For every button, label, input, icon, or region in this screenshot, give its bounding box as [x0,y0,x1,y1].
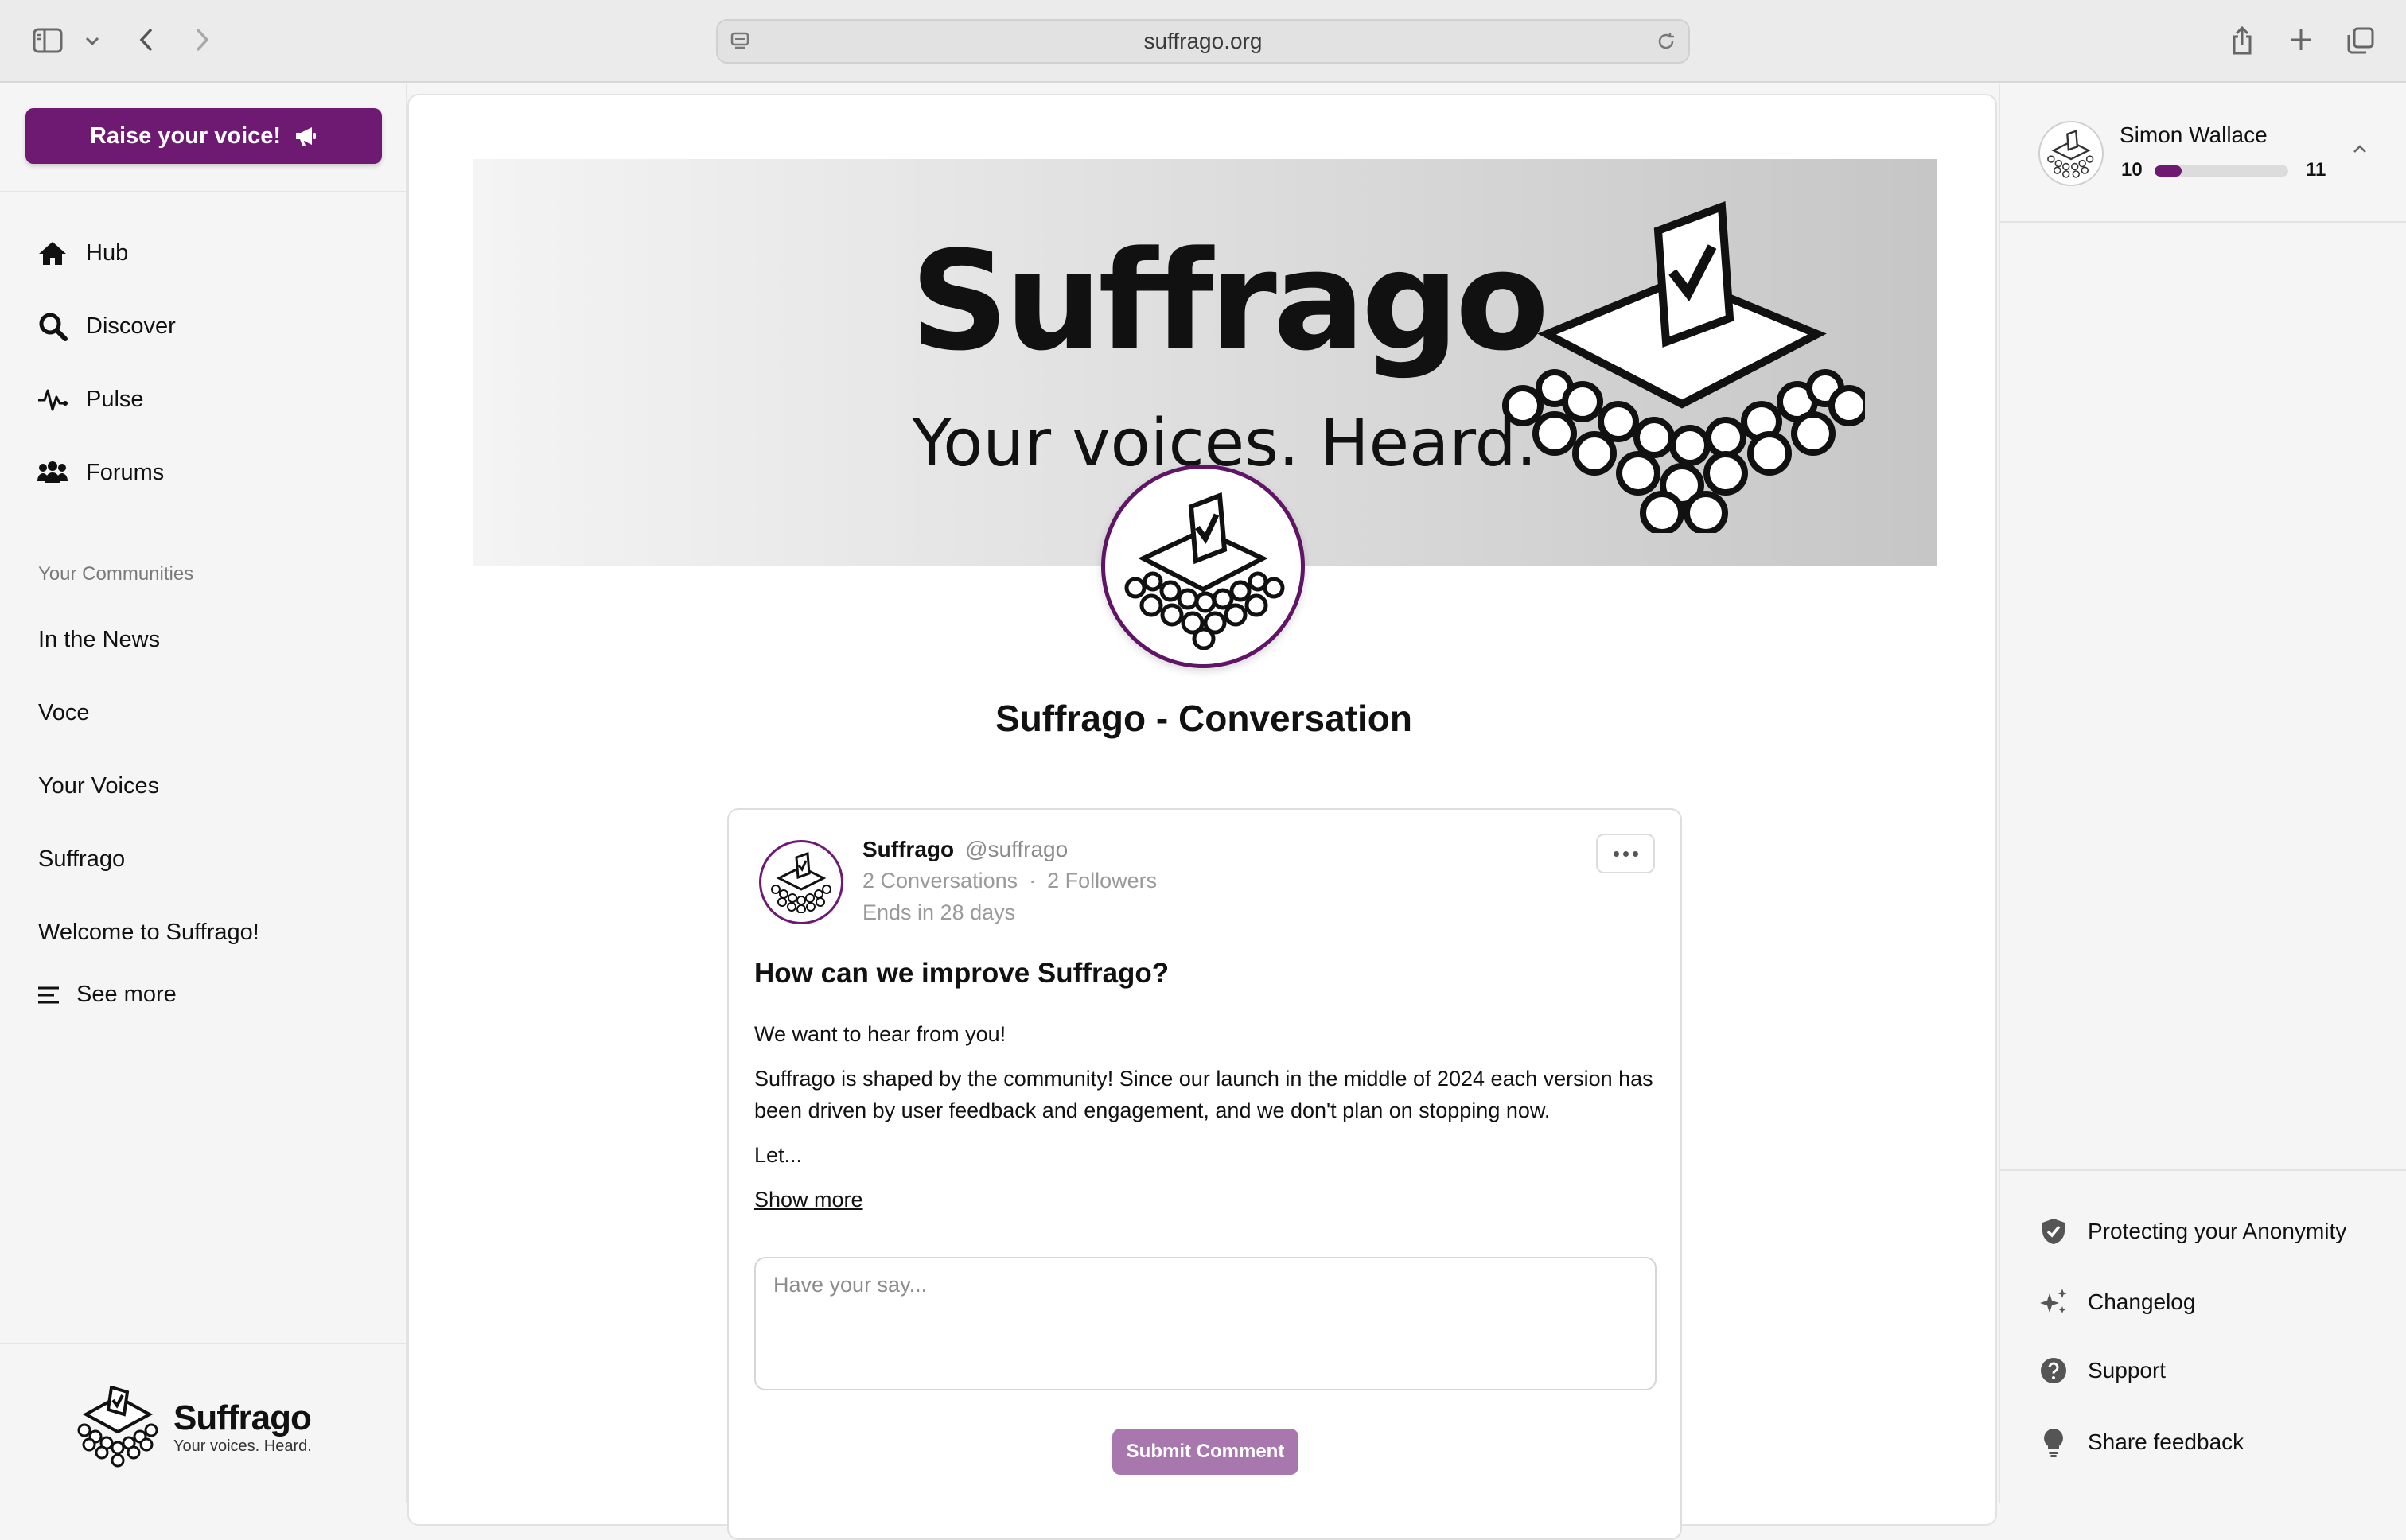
home-icon [37,239,68,266]
suffrago-logo[interactable]: Suffrago Your voices. Heard. [73,1386,312,1468]
your-communities-heading: Your Communities [38,563,194,585]
sparkles-icon [2038,1287,2069,1317]
show-more-link[interactable]: Show more [754,1184,863,1215]
tab-overview-icon[interactable] [2346,25,2376,56]
sidebar-divider [0,191,406,192]
left-sidebar: Raise your voice! Hub Discover Pulse For… [0,84,407,1503]
post-author: Suffrago @suffrago [862,837,1068,862]
submit-comment-button[interactable]: Submit Comment [1112,1429,1298,1475]
author-name[interactable]: Suffrago [862,837,954,862]
community-item[interactable]: Welcome to Suffrago! [38,920,259,946]
back-arrow-icon[interactable] [134,25,159,54]
reload-icon[interactable] [1655,30,1677,52]
link-support[interactable]: Support [2038,1357,2166,1384]
shield-check-icon [2038,1217,2069,1246]
community-item[interactable]: Voce [38,700,90,726]
conversations-count: 2 Conversations [862,869,1018,892]
share-icon[interactable] [2228,24,2256,57]
post-title: How can we improve Suffrago? [754,958,1170,989]
browser-toolbar: suffrago.org [0,0,2406,83]
nav-label-hub: Hub [86,239,129,266]
see-more-label: See more [76,982,177,1007]
list-icon [37,986,60,1005]
question-circle-icon [2038,1357,2069,1384]
search-icon [37,311,68,341]
lightbulb-icon [2038,1427,2069,1457]
level-progress-fill [2155,165,2182,177]
right-panel: Simon Wallace 10 11 Protecting your Anon… [1999,84,2406,1503]
ballot-box-logo-icon [73,1386,162,1468]
author-stats: 2 Conversations · 2 Followers [862,869,1157,893]
sidebar-toggle-icon[interactable] [32,27,64,54]
link-changelog[interactable]: Changelog [2038,1287,2195,1317]
user-avatar[interactable] [2038,121,2104,186]
post-paragraph: We want to hear from you! [754,1022,1006,1046]
page-title: Suffrago - Conversation [995,698,1412,739]
post-paragraph: Suffrago is shaped by the community! Sin… [754,1067,1653,1122]
see-more-button[interactable]: See more [37,982,177,1008]
author-avatar[interactable] [759,840,843,924]
users-icon [37,461,68,484]
address-bar[interactable]: suffrago.org [716,19,1690,64]
nav-label-pulse: Pulse [86,386,144,412]
ellipsis-icon [1613,850,1619,857]
chevron-up-icon[interactable] [2352,143,2368,154]
banner-title: Suffrago [910,221,1549,381]
link-label: Protecting your Anonymity [2088,1219,2347,1243]
nav-item-pulse[interactable]: Pulse [37,375,144,423]
meta-separator: · [1029,869,1037,892]
forward-arrow-icon[interactable] [189,25,215,54]
nav-label-discover: Discover [86,313,176,339]
author-handle: @suffrago [965,837,1069,861]
panel-divider [2000,1169,2406,1171]
link-label: Share feedback [2088,1429,2244,1454]
main-content: Suffrago Your voices. Heard. Suffrago - … [407,94,1997,1540]
panel-divider [2000,221,2406,223]
comment-input[interactable]: Have your say... [754,1257,1657,1390]
level-current: 10 [2121,159,2143,181]
url-text: suffrago.org [1143,29,1263,53]
link-label: Support [2088,1358,2167,1382]
level-progress-bar [2155,165,2288,177]
logo-name: Suffrago [173,1398,312,1437]
community-item[interactable]: Suffrago [38,846,125,873]
megaphone-icon [294,125,317,147]
link-protecting-anonymity[interactable]: Protecting your Anonymity [2038,1217,2346,1246]
comment-placeholder: Have your say... [773,1273,928,1297]
nav-item-discover[interactable]: Discover [37,302,176,350]
raise-your-voice-button[interactable]: Raise your voice! [25,108,382,164]
logo-tagline: Your voices. Heard. [173,1437,312,1455]
post-paragraph: Let... [754,1143,803,1167]
community-avatar [1101,465,1305,668]
chevron-down-icon[interactable] [83,32,102,51]
ballot-box-illustration [1499,199,1865,533]
sidebar-divider [0,1343,406,1344]
nav-item-hub[interactable]: Hub [37,229,128,277]
followers-count: 2 Followers [1047,869,1158,892]
link-share-feedback[interactable]: Share feedback [2038,1427,2244,1457]
level-next: 11 [2306,159,2326,181]
more-options-button[interactable] [1596,834,1655,873]
conversation-post: Suffrago @suffrago 2 Conversations · 2 F… [727,808,1682,1540]
link-label: Changelog [2088,1289,2196,1314]
community-item[interactable]: Your Voices [38,773,159,799]
nav-label-forums: Forums [86,459,165,485]
new-tab-plus-icon[interactable] [2287,25,2315,54]
pulse-icon [37,386,68,413]
ends-in: Ends in 28 days [862,900,1016,924]
raise-your-voice-label: Raise your voice! [89,122,282,149]
community-item[interactable]: In the News [38,627,160,653]
nav-item-forums[interactable]: Forums [37,449,164,496]
user-name: Simon Wallace [2120,122,2268,147]
